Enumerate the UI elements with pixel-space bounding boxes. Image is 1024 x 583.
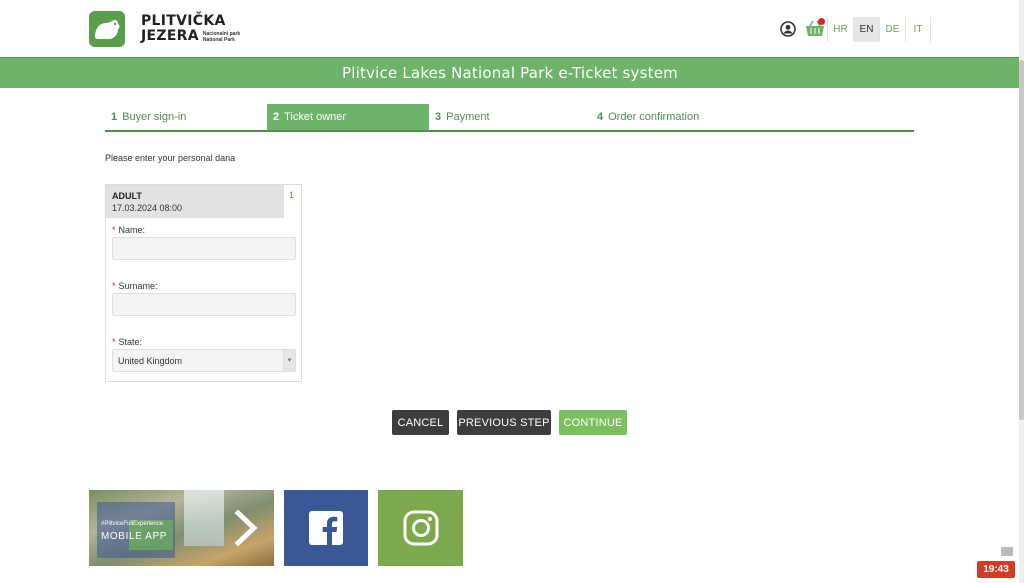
step-number: 2 [273, 111, 280, 123]
ticket-owner-card: ADULT 17.03.2024 08:00 1 * Name: * Surname… [105, 184, 302, 382]
page-title: Plitvice Lakes National Park e-Ticket sy… [342, 64, 678, 82]
language-switcher: HR EN DE IT [827, 17, 931, 42]
chevron-down-icon[interactable]: ▼ [283, 350, 295, 371]
chevron-right-icon [234, 510, 258, 546]
required-mark: * [112, 281, 116, 291]
step-label: Order confirmation [608, 111, 700, 123]
ticket-datetime: 17.03.2024 08:00 [112, 203, 183, 213]
lang-de-button[interactable]: DE [879, 17, 905, 42]
continue-button[interactable]: CONTINUE [559, 410, 627, 435]
surname-label-text: Surname: [118, 281, 158, 291]
name-label: * Name: [112, 225, 145, 235]
park-logo-text[interactable]: PLITVIČKA JEZERA Nacionalni park Nationa… [141, 14, 240, 44]
instruction-text: Please enter your personal dana [105, 153, 236, 163]
site-header: PLITVIČKA JEZERA Nacionalni park Nationa… [0, 0, 1024, 57]
scrollbar-thumb[interactable] [1019, 60, 1024, 420]
user-account-icon[interactable] [780, 21, 796, 37]
surname-field[interactable] [112, 293, 296, 316]
lang-hr-button[interactable]: HR [827, 17, 853, 42]
waterfall-image [184, 490, 224, 546]
step-label: Payment [446, 111, 490, 123]
lang-it-button[interactable]: IT [905, 17, 931, 42]
cancel-button[interactable]: CANCEL [392, 410, 449, 435]
facebook-link[interactable] [284, 490, 368, 566]
system-clock: 19:43 [977, 561, 1015, 578]
logo-title-line1: PLITVIČKA [141, 13, 226, 29]
keyboard-icon[interactable] [1001, 547, 1013, 556]
ticket-header: ADULT 17.03.2024 08:00 [106, 185, 284, 218]
surname-label: * Surname: [112, 281, 158, 291]
checkout-steps: 1 Buyer sign-in 2 Ticket owner 3 Payment… [105, 104, 914, 132]
required-mark: * [112, 337, 116, 347]
mobile-app-label: MOBILE APP [101, 531, 168, 542]
state-label-text: State: [118, 337, 143, 347]
step-number: 4 [597, 111, 604, 123]
step-ticket-owner[interactable]: 2 Ticket owner [267, 104, 429, 130]
instagram-icon [403, 510, 438, 546]
logo-subtitle-hr: Nacionalni park [202, 30, 241, 37]
logo-subtitle-en: National Park [202, 36, 235, 43]
ticket-count: 1 [289, 190, 295, 200]
name-field[interactable] [112, 237, 296, 260]
required-mark: * [112, 225, 116, 235]
state-selected-value: United Kingdom [118, 355, 183, 366]
cart-notification-badge [818, 18, 825, 25]
step-buyer-sign-in[interactable]: 1 Buyer sign-in [105, 104, 267, 130]
step-label: Ticket owner [284, 111, 347, 123]
step-number: 3 [435, 111, 442, 123]
previous-step-button[interactable]: PREVIOUS STEP [457, 410, 551, 435]
step-order-confirmation[interactable]: 4 Order confirmation [591, 104, 914, 130]
step-number: 1 [111, 111, 118, 123]
app-hashtag: #PlitviceFullExperience [101, 521, 164, 527]
facebook-icon [309, 511, 343, 545]
name-label-text: Name: [118, 225, 146, 235]
step-label: Buyer sign-in [122, 111, 187, 123]
park-logo-icon[interactable] [89, 11, 125, 47]
mobile-app-banner[interactable]: #PlitviceFullExperience MOBILE APP [89, 490, 274, 566]
logo-title-line2: JEZERA [141, 28, 199, 44]
step-payment[interactable]: 3 Payment [429, 104, 591, 130]
page-title-band: Plitvice Lakes National Park e-Ticket sy… [0, 57, 1020, 88]
ticket-type: ADULT [112, 191, 142, 201]
state-select[interactable]: United Kingdom ▼ [112, 349, 296, 372]
lang-en-button[interactable]: EN [853, 17, 879, 42]
instagram-link[interactable] [378, 490, 463, 566]
state-label: * State: [112, 337, 142, 347]
